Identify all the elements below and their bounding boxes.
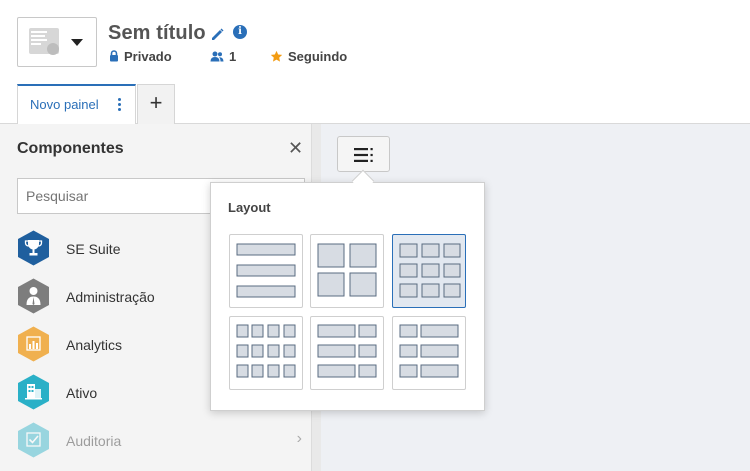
pencil-icon[interactable] — [210, 26, 224, 42]
members-count-label: 1 — [229, 48, 237, 64]
layout-popover: Layout — [210, 182, 485, 411]
privacy-status: Privado — [109, 48, 172, 64]
layout-option-narrow-left-wide-right[interactable] — [392, 316, 466, 390]
sidebar-item-label: Ativo — [66, 385, 98, 401]
layout-option-three-by-three[interactable] — [392, 234, 466, 308]
layout-option-two-by-two[interactable] — [310, 234, 384, 308]
dashboard-thumbnail-icon — [29, 28, 59, 55]
tab-menu-icon[interactable] — [118, 98, 121, 111]
sidebar-item-label: Administração — [66, 289, 155, 305]
members-count[interactable]: 1 — [210, 48, 236, 64]
trophy-icon — [18, 230, 49, 266]
popover-title: Layout — [228, 200, 271, 215]
chart-icon — [18, 326, 49, 362]
tab-label: Novo painel — [30, 97, 99, 112]
follow-label: Seguindo — [288, 48, 348, 64]
sidebar-item-label: Analytics — [66, 337, 123, 353]
audit-icon — [18, 422, 49, 458]
page-title: Sem título — [108, 22, 206, 44]
layout-option-three-rows[interactable] — [229, 234, 303, 308]
add-tab-button[interactable]: + — [137, 84, 175, 124]
dashboard-header: Sem título i Privado 1 Seguindo Novo pai… — [0, 0, 750, 124]
star-icon — [270, 50, 283, 62]
sidebar-item-auditoria[interactable]: Auditoria › — [17, 422, 302, 462]
info-icon[interactable]: i — [233, 25, 247, 39]
dashboard-menu-button[interactable] — [17, 17, 97, 67]
layout-button[interactable] — [337, 136, 390, 172]
layout-option-four-by-four[interactable] — [229, 316, 303, 390]
sidebar-item-label: Auditoria — [66, 433, 122, 449]
user-admin-icon — [18, 278, 49, 314]
building-icon — [18, 374, 49, 410]
lock-icon — [110, 50, 118, 62]
layout-list-icon — [354, 148, 373, 162]
sidebar-title: Componentes — [17, 140, 124, 157]
layout-option-wide-left-narrow-right[interactable] — [310, 316, 384, 390]
privacy-label: Privado — [124, 48, 172, 64]
close-icon[interactable]: ✕ — [288, 139, 303, 157]
follow-status[interactable]: Seguindo — [270, 48, 347, 64]
tab-novo-painel[interactable]: Novo painel — [17, 84, 136, 124]
users-icon — [210, 51, 224, 61]
chevron-down-icon — [71, 39, 83, 46]
sidebar-item-label: SE Suite — [66, 241, 121, 257]
chevron-right-icon[interactable]: › — [297, 430, 302, 448]
